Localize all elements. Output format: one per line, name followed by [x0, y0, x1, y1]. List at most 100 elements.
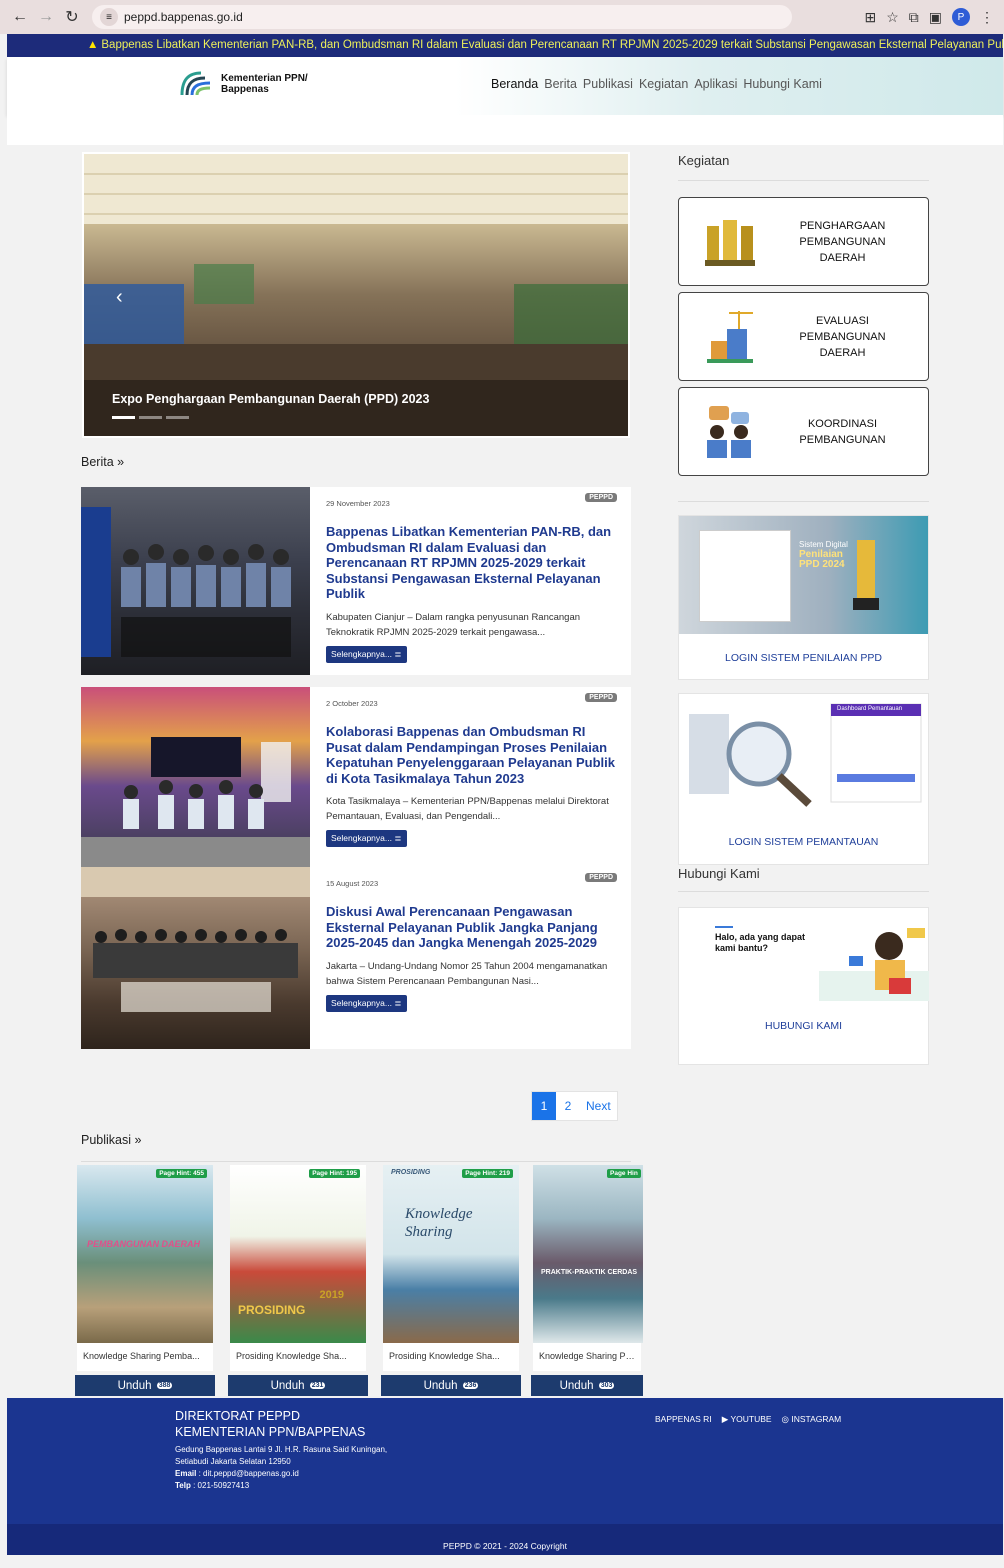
publication-card[interactable]: Page Hin PRAKTIK-PRAKTIK CERDAS Knowledg… — [531, 1165, 643, 1396]
publication-title[interactable]: Knowledge Sharing Pemba... — [77, 1343, 213, 1371]
back-icon[interactable]: ← — [10, 7, 30, 27]
login-ppd-card[interactable]: Sistem Digital Penilaian PPD 2024 LOGIN … — [678, 515, 929, 680]
email-value[interactable]: : dit.peppd@bappenas.go.id — [199, 1469, 299, 1478]
news-thumbnail[interactable] — [81, 487, 310, 675]
download-count-badge: 231 — [309, 1382, 326, 1389]
card-line-2: PEMBANGUNAN — [799, 235, 886, 248]
menu-beranda[interactable]: Beranda — [491, 77, 538, 91]
hero-carousel[interactable]: ‹ Expo Penghargaan Pembangunan Daerah (P… — [82, 152, 630, 438]
address-bar[interactable]: ≡ peppd.bappenas.go.id — [92, 5, 792, 29]
card-line-1: KOORDINASI — [807, 417, 878, 430]
publication-title[interactable]: Prosiding Knowledge Sha... — [230, 1343, 366, 1371]
cover-title: PRAKTIK-PRAKTIK CERDAS — [541, 1269, 638, 1276]
page-hint-badge: Page Hint: 455 — [156, 1169, 207, 1178]
publication-cover[interactable]: Page Hin PRAKTIK-PRAKTIK CERDAS — [533, 1165, 643, 1343]
publication-cover[interactable]: Page Hint: 219 PROSIDING Knowledge Shari… — [383, 1165, 519, 1343]
url-text: peppd.bappenas.go.id — [124, 10, 243, 24]
download-label: Unduh — [423, 1379, 458, 1392]
next-page-button[interactable]: Next — [580, 1092, 617, 1120]
news-card[interactable]: 29 November 2023 PEPPD Bappenas Libatkan… — [81, 487, 631, 675]
login-ppd-banner: Sistem Digital Penilaian PPD 2024 — [679, 516, 928, 634]
translate-icon[interactable]: ⊞ — [864, 9, 876, 26]
berita-heading-link[interactable]: Berita » — [81, 455, 124, 469]
bookmark-star-icon[interactable]: ☆ — [886, 9, 899, 26]
page-1-button[interactable]: 1 — [532, 1092, 556, 1120]
forward-icon[interactable]: → — [36, 7, 56, 27]
kegiatan-card-koordinasi[interactable]: KOORDINASI PEMBANGUNAN — [678, 387, 929, 476]
menu-aplikasi[interactable]: Aplikasi — [694, 77, 737, 91]
menu-publikasi[interactable]: Publikasi — [583, 77, 633, 91]
download-button[interactable]: Unduh 231 — [228, 1375, 368, 1396]
download-button[interactable]: Unduh 236 — [381, 1375, 521, 1396]
menu-hubungi-kami[interactable]: Hubungi Kami — [743, 77, 822, 91]
login-penilaian-ppd-link[interactable]: LOGIN SISTEM PENILAIAN PPD — [679, 634, 928, 664]
footer-organization: DIREKTORAT PEPPD KEMENTERIAN PPN/BAPPENA… — [175, 1408, 365, 1440]
page-2-button[interactable]: 2 — [556, 1092, 580, 1120]
read-more-button[interactable]: Selengkapnya... ≣ — [326, 994, 408, 1012]
publication-cover[interactable]: Page Hint: 455 PEMBANGUNAN DAERAH — [77, 1165, 213, 1343]
news-thumbnail[interactable] — [81, 687, 310, 867]
instagram-label: INSTAGRAM — [791, 1414, 842, 1424]
bappenas-ri-link[interactable]: BAPPENAS RI — [655, 1414, 712, 1425]
help-line-1: Halo, ada yang dapat — [715, 932, 806, 942]
news-ticker[interactable]: ▲ Bappenas Libatkan Kementerian PAN-RB, d… — [7, 34, 1003, 57]
carousel-dot-3[interactable] — [166, 416, 189, 419]
menu-berita[interactable]: Berita — [544, 77, 577, 91]
magnifier-illustration — [689, 703, 922, 807]
publication-card[interactable]: Page Hint: 219 PROSIDING Knowledge Shari… — [381, 1165, 521, 1396]
main-content: ‹ Expo Penghargaan Pembangunan Daerah (P… — [7, 115, 1003, 1409]
carousel-prev-icon[interactable]: ‹ — [116, 286, 123, 309]
news-title[interactable]: Diskusi Awal Perencanaan Pengawasan Ekst… — [326, 904, 617, 951]
publication-title[interactable]: Knowledge Sharing Pem — [533, 1343, 641, 1371]
carousel-dot-2[interactable] — [139, 416, 162, 419]
site-footer: DIREKTORAT PEPPD KEMENTERIAN PPN/BAPPENA… — [7, 1398, 1003, 1555]
banner-line-3: PPD 2024 — [799, 559, 845, 570]
news-title[interactable]: Bappenas Libatkan Kementerian PAN-RB, da… — [326, 524, 617, 602]
read-more-label: Selengkapnya... — [331, 997, 392, 1008]
youtube-link[interactable]: ▶ YOUTUBE — [722, 1414, 772, 1425]
hubungi-card[interactable]: Halo, ada yang dapat kami bantu? HUBUNGI… — [678, 907, 929, 1065]
pagination: 1 2 Next — [531, 1091, 618, 1121]
instagram-icon: ◎ — [781, 1414, 789, 1424]
publication-card[interactable]: Page Hint: 195 2019 PROSIDING Prosiding … — [228, 1165, 368, 1396]
news-thumbnail[interactable] — [81, 867, 310, 1049]
header-spacer — [7, 115, 1003, 145]
publication-card[interactable]: Page Hint: 455 PEMBANGUNAN DAERAH Knowle… — [75, 1165, 215, 1396]
news-tag-badge: PEPPD — [585, 493, 617, 502]
extensions-icon[interactable]: ⧉ — [909, 9, 919, 26]
read-more-button[interactable]: Selengkapnya... ≣ — [326, 830, 408, 847]
list-icon: ≣ — [394, 648, 402, 659]
kegiatan-card-evaluasi[interactable]: EVALUASI PEMBANGUNAN DAERAH — [678, 292, 929, 381]
card-line-1: PENGHARGAAN — [799, 219, 886, 232]
news-card[interactable]: 15 August 2023 PEPPD Diskusi Awal Perenc… — [81, 867, 631, 1049]
menu-kegiatan[interactable]: Kegiatan — [639, 77, 688, 91]
login-pemantauan-card[interactable]: Dashboard Pemantauan LOGIN SISTEM PEMANT… — [678, 693, 929, 865]
hubungi-kami-button[interactable]: HUBUNGI KAMI — [679, 1020, 928, 1032]
download-button[interactable]: Unduh 303 — [531, 1375, 643, 1396]
main-menu: Beranda Berita Publikasi Kegiatan Aplika… — [491, 77, 822, 91]
login-pemantauan-link[interactable]: LOGIN SISTEM PEMANTAUAN — [679, 822, 928, 848]
reload-icon[interactable]: ↻ — [62, 7, 82, 27]
news-date: 29 November 2023 — [326, 499, 390, 508]
instagram-link[interactable]: ◎ INSTAGRAM — [782, 1414, 842, 1425]
news-tag-badge: PEPPD — [585, 693, 617, 702]
news-card[interactable]: 2 October 2023 PEPPD Kolaborasi Bappenas… — [81, 687, 631, 867]
download-button[interactable]: Unduh 388 — [75, 1375, 215, 1396]
menu-kebab-icon[interactable]: ⋮ — [980, 9, 994, 26]
ticker-text: Bappenas Libatkan Kementerian PAN-RB, da… — [101, 39, 1003, 51]
read-more-button[interactable]: Selengkapnya... ≣ — [326, 645, 408, 663]
sidepanel-icon[interactable]: ▣ — [929, 9, 942, 26]
site-info-icon[interactable]: ≡ — [100, 8, 118, 26]
news-title[interactable]: Kolaborasi Bappenas dan Ombudsman RI Pus… — [326, 724, 617, 786]
download-label: Unduh — [559, 1379, 594, 1392]
publikasi-heading-link[interactable]: Publikasi » — [81, 1133, 141, 1147]
carousel-dot-1[interactable] — [112, 416, 135, 419]
kegiatan-card-penghargaan[interactable]: PENGHARGAAN PEMBANGUNAN DAERAH — [678, 197, 929, 286]
news-date: 15 August 2023 — [326, 879, 379, 888]
publication-cover[interactable]: Page Hint: 195 2019 PROSIDING — [230, 1165, 366, 1343]
publication-title[interactable]: Prosiding Knowledge Sha... — [383, 1343, 519, 1371]
site-logo[interactable]: Kementerian PPN/ Bappenas — [179, 69, 308, 99]
profile-avatar[interactable]: P — [952, 8, 970, 26]
login-pemantauan-banner: Dashboard Pemantauan — [679, 694, 928, 822]
card-line-2: PEMBANGUNAN — [799, 330, 886, 343]
